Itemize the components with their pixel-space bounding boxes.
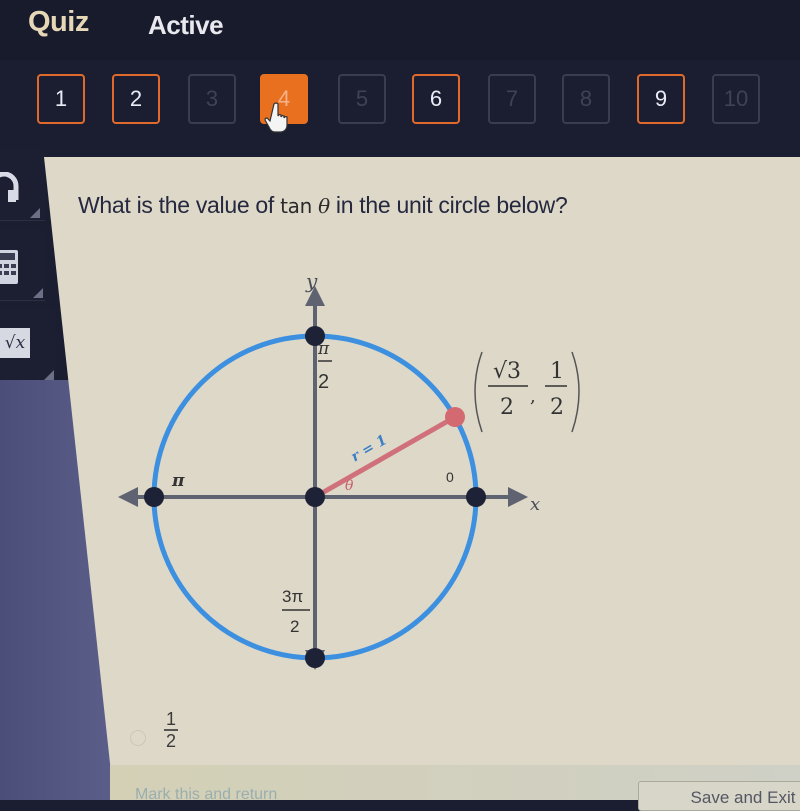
question-button-6[interactable]: 6 xyxy=(412,74,460,124)
answer-fraction: 1 2 xyxy=(164,709,178,751)
question-button-1[interactable]: 1 xyxy=(37,74,85,124)
question-button-9[interactable]: 9 xyxy=(637,74,685,124)
unit-circle-figure: y x π 2 π 0 θ r = 1 3π 2 √3 2 , 1 2 xyxy=(118,269,580,670)
formula-tool[interactable]: √x xyxy=(0,310,56,383)
status-label: Active xyxy=(148,10,224,40)
question-button-5[interactable]: 5 xyxy=(338,74,386,124)
right-paren xyxy=(571,351,580,433)
3pi-over-2-numerator: 3π xyxy=(282,587,303,606)
origin-point xyxy=(305,487,325,507)
theta-angle-label: θ xyxy=(345,478,354,494)
mark-and-return-link[interactable]: Mark this and return xyxy=(135,786,277,804)
pi-over-2-numerator: π xyxy=(317,339,330,359)
highlighted-point xyxy=(445,407,465,427)
point-y-numerator: 1 xyxy=(550,359,564,384)
point-x-denominator: 2 xyxy=(500,395,514,420)
save-and-exit-button[interactable]: Save and Exit xyxy=(638,781,800,811)
point-zero xyxy=(466,487,486,507)
question-button-8[interactable]: 8 xyxy=(562,74,610,124)
point-y-denominator: 2 xyxy=(550,395,564,420)
theta-symbol: θ xyxy=(318,194,330,218)
pi-label: π xyxy=(171,471,185,491)
top-bar: Quiz Active xyxy=(0,0,800,60)
headphones-icon xyxy=(0,172,19,202)
question-button-3[interactable]: 3 xyxy=(188,74,236,124)
expand-corner-icon xyxy=(33,288,43,298)
hand-cursor-icon xyxy=(264,102,288,133)
zero-label: 0 xyxy=(446,469,454,485)
x-axis-label: x xyxy=(530,494,540,515)
expand-corner-icon xyxy=(44,370,54,380)
square-root-icon: √x xyxy=(0,328,30,358)
page-title: Quiz xyxy=(28,6,89,38)
question-button-2[interactable]: 2 xyxy=(112,74,160,124)
audio-tool[interactable] xyxy=(0,150,45,221)
radius-line xyxy=(313,414,457,500)
tan-label: tan xyxy=(280,194,312,218)
left-paren xyxy=(474,351,483,433)
point-separator: , xyxy=(530,386,536,407)
expand-corner-icon xyxy=(30,208,40,218)
question-text: What is the value of tan θ in the unit c… xyxy=(78,192,568,218)
y-axis-label: y xyxy=(305,269,318,293)
3pi-over-2-denominator: 2 xyxy=(290,617,299,636)
calculator-tool[interactable] xyxy=(0,230,45,301)
point-x-numerator: √3 xyxy=(493,359,521,384)
point-3pi-over-2 xyxy=(305,648,325,668)
question-button-10[interactable]: 10 xyxy=(712,74,760,124)
point-pi xyxy=(144,487,164,507)
pi-over-2-denominator: 2 xyxy=(318,371,329,393)
answer-radio[interactable] xyxy=(130,730,146,746)
calculator-icon xyxy=(0,250,18,284)
question-navigation: 1 2 3 4 5 6 7 8 9 10 xyxy=(0,60,800,150)
question-button-7[interactable]: 7 xyxy=(488,74,536,124)
